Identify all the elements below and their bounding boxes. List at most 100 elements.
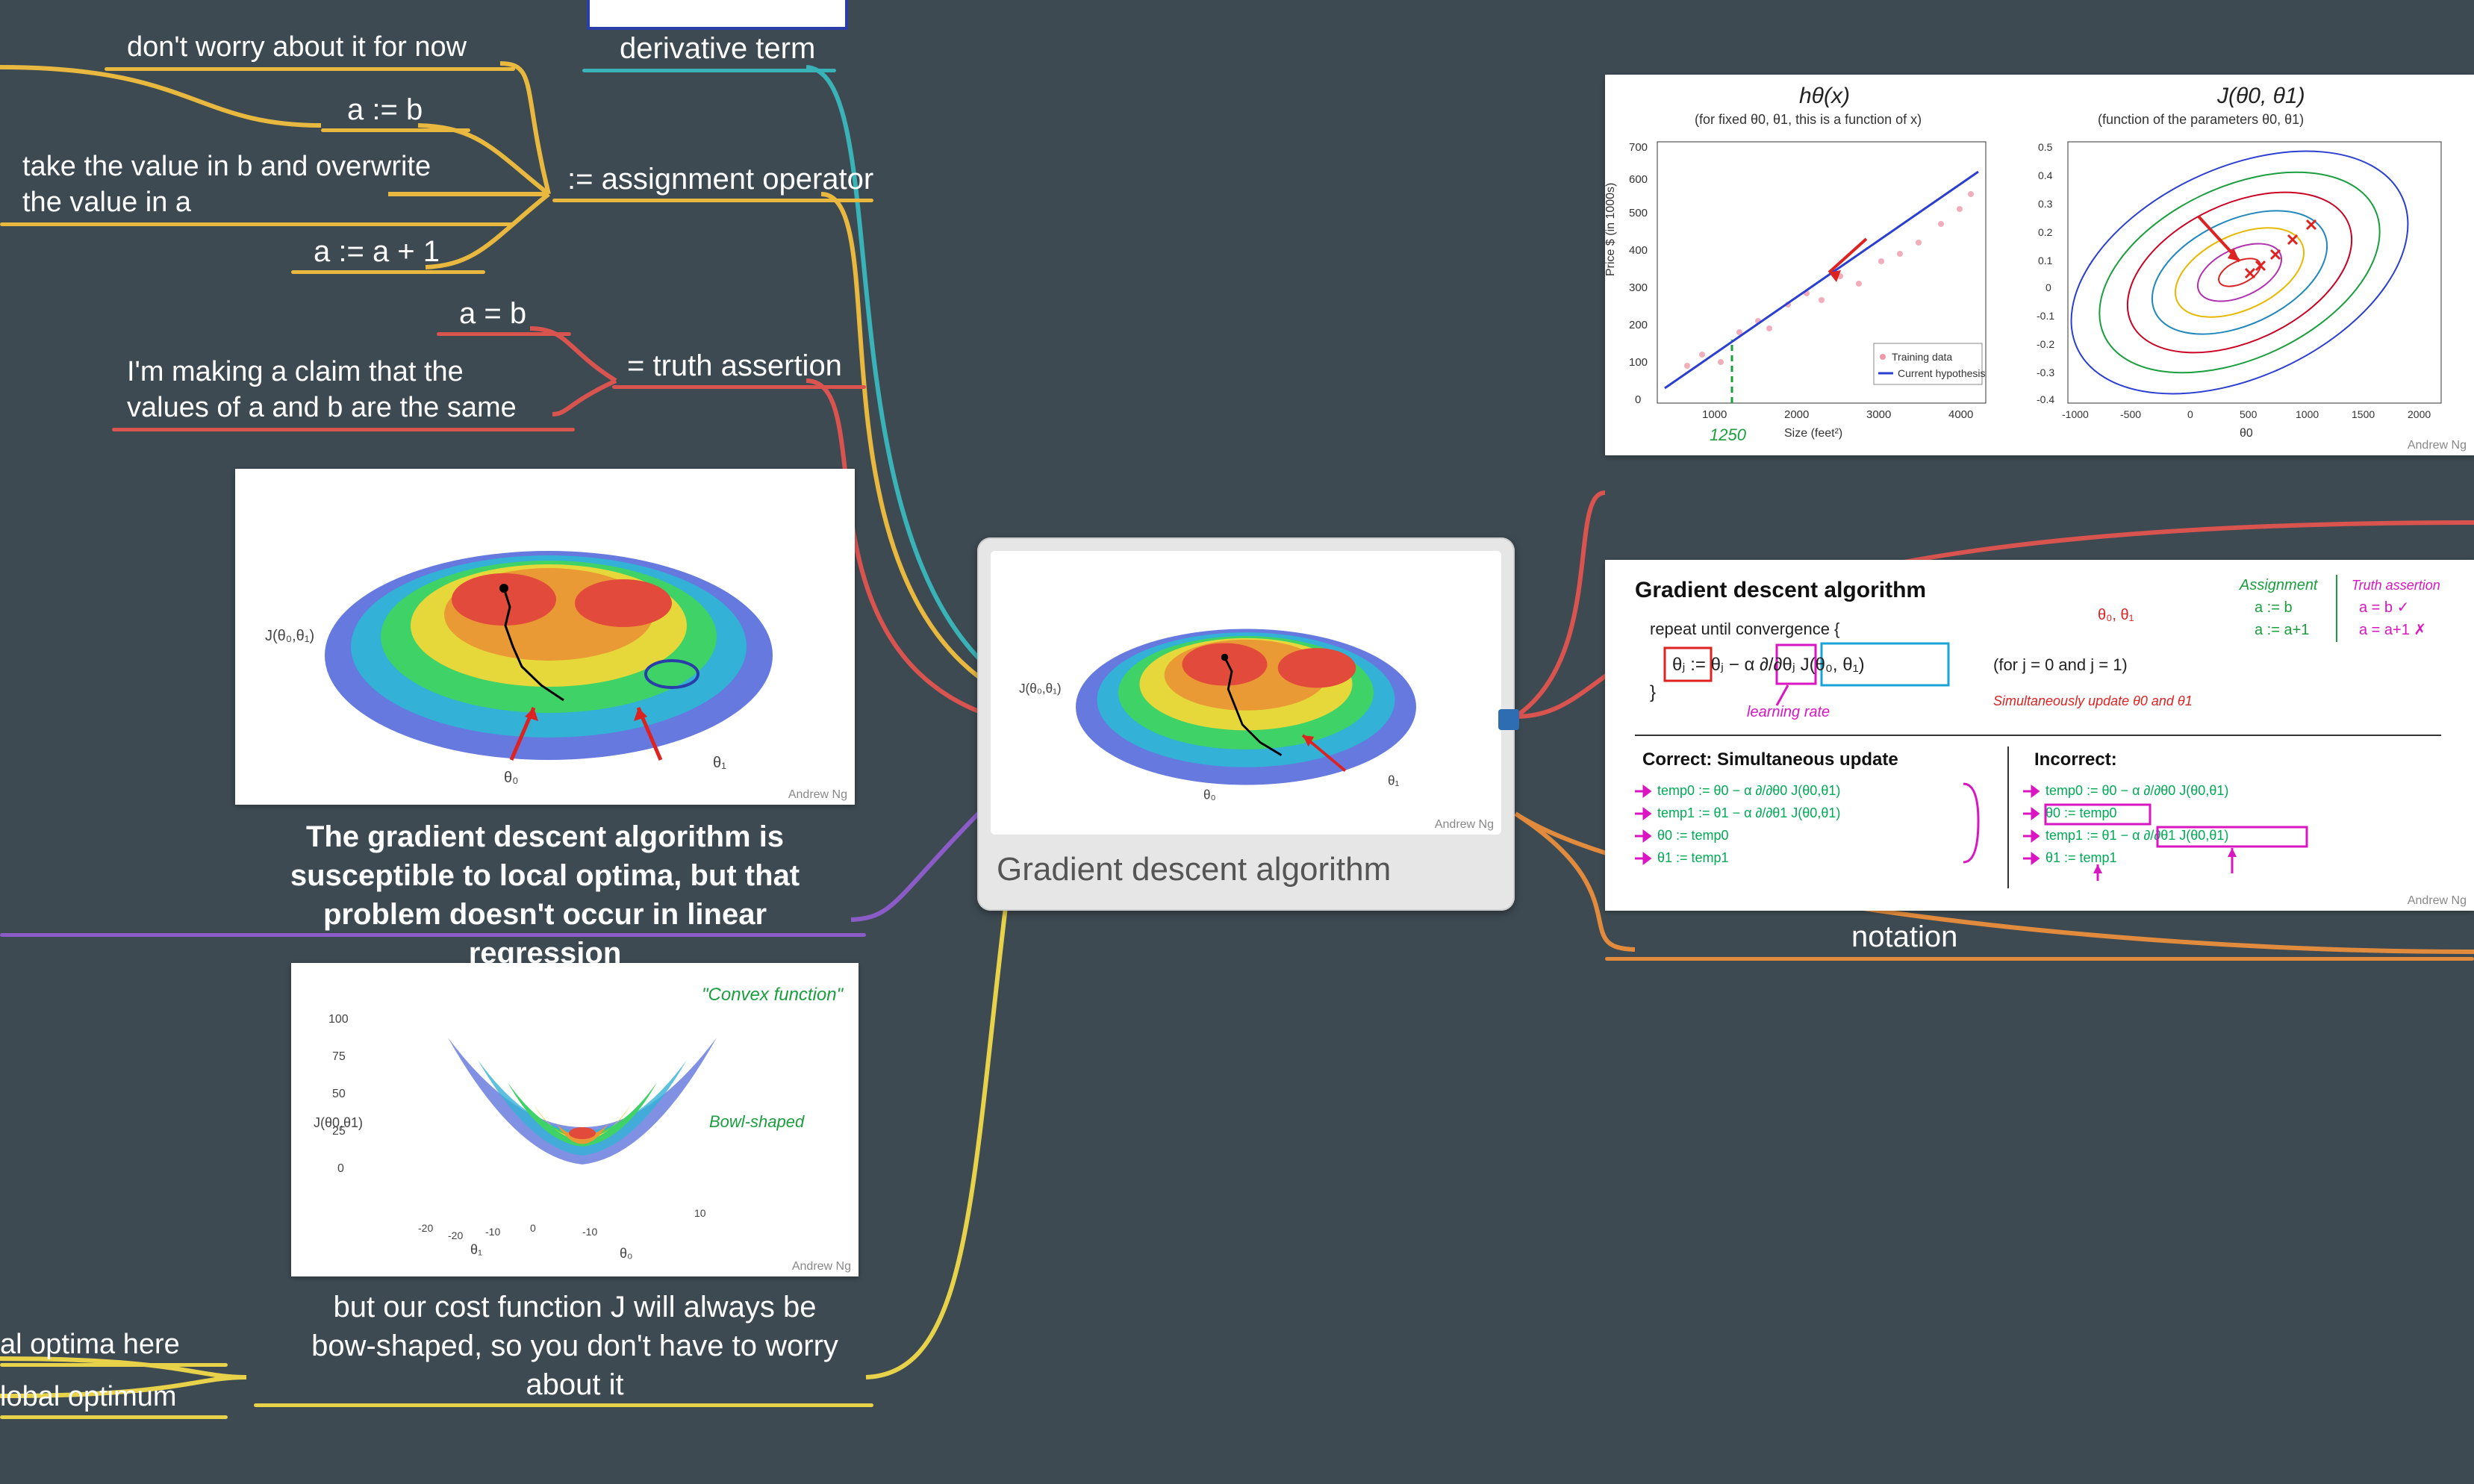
svg-text:a := a+1: a := a+1	[2255, 622, 2309, 638]
svg-text:-10: -10	[582, 1226, 597, 1238]
svg-text:Size (feet²): Size (feet²)	[1784, 427, 1842, 440]
leaf-truth-claim[interactable]: I'm making a claim that the values of a …	[127, 355, 517, 430]
svg-text:-10: -10	[485, 1226, 500, 1238]
svg-text:θ₁: θ₁	[470, 1242, 482, 1257]
underline	[0, 933, 866, 937]
leaf-overwrite-note[interactable]: take the value in b and overwrite the va…	[22, 149, 431, 225]
svg-text:a = b ✓: a = b ✓	[2359, 599, 2409, 616]
svg-text:temp1 := θ1 − α ∂/∂θ1 J(θ0,θ1): temp1 := θ1 − α ∂/∂θ1 J(θ0,θ1)	[2045, 828, 2228, 843]
central-topic[interactable]: J(θ₀,θ₁) θ₀ θ₁	[977, 537, 1515, 911]
leaf-assign-aplus1[interactable]: a := a + 1	[314, 233, 440, 275]
svg-text:(function of the parameters θ0: (function of the parameters θ0, θ1)	[2098, 112, 2304, 127]
attribution: Andrew Ng	[788, 788, 847, 802]
svg-text:learning rate: learning rate	[1747, 704, 1830, 720]
svg-text:a := b: a := b	[2255, 599, 2293, 616]
svg-text:-0.4: -0.4	[2037, 393, 2054, 405]
svg-text:θ₀: θ₀	[620, 1246, 632, 1261]
svg-text:Training data: Training data	[1892, 351, 1952, 363]
central-title: Gradient descent algorithm	[991, 851, 1501, 888]
two-plot-slide: hθ(x) (for fixed θ0, θ1, this is a funct…	[1605, 75, 2474, 455]
underline	[105, 67, 515, 71]
svg-text:θ₀, θ₁: θ₀, θ₁	[2098, 607, 2134, 623]
svg-text:1500: 1500	[2352, 408, 2375, 420]
notation-slide-contents: Gradient descent algorithm repeat until …	[1605, 560, 2474, 911]
svg-text:3000: 3000	[1866, 408, 1891, 421]
underline	[112, 428, 575, 431]
attribution: Andrew Ng	[1435, 818, 1494, 832]
underline	[291, 270, 485, 274]
svg-text:repeat until convergence {: repeat until convergence {	[1650, 620, 1839, 638]
svg-text:θ₁: θ₁	[713, 755, 726, 771]
hypothesis-contour-plots[interactable]: hθ(x) (for fixed θ0, θ1, this is a funct…	[1605, 75, 2474, 455]
svg-text:1000: 1000	[2296, 408, 2319, 420]
svg-text:J(θ₀,θ₁): J(θ₀,θ₁)	[265, 628, 314, 644]
mindmap-canvas[interactable]: J(θ₀,θ₁) θ₀ θ₁	[0, 0, 2474, 1484]
svg-text:J(θ₀,θ₁): J(θ₀,θ₁)	[1019, 682, 1062, 696]
local-optima-image[interactable]: J(θ₀,θ₁) θ₀ θ₁ Andrew Ng	[235, 469, 855, 805]
svg-text:Bowl-shaped: Bowl-shaped	[709, 1112, 805, 1131]
underline	[0, 1415, 228, 1419]
svg-text:θ0 := temp0: θ0 := temp0	[1657, 828, 1729, 843]
svg-text:-20: -20	[448, 1229, 463, 1241]
bowl-shaped-image[interactable]: J(θ0,θ1) 100 75 50 25 0 θ₁ θ₀ -20 -20 -1…	[291, 963, 859, 1276]
svg-text:-0.1: -0.1	[2037, 310, 2054, 322]
leaf-global-optimum[interactable]: lobal optimum	[0, 1379, 177, 1420]
svg-text:0: 0	[337, 1162, 344, 1175]
svg-text:Price $ (in 1000s): Price $ (in 1000s)	[1605, 183, 1617, 276]
svg-text:θ0 := temp0: θ0 := temp0	[2045, 805, 2117, 820]
svg-text:4000: 4000	[1948, 408, 1973, 421]
svg-text:(for j = 0 and j = 1): (for j = 0 and j = 1)	[1993, 655, 2128, 674]
local-optima-caption[interactable]: The gradient descent algorithm is suscep…	[246, 817, 844, 973]
leaf-assign-ab[interactable]: a := b	[347, 91, 423, 133]
svg-text:1250: 1250	[1710, 425, 1747, 444]
notation-slide[interactable]: Gradient descent algorithm repeat until …	[1605, 560, 2474, 911]
svg-text:Incorrect:: Incorrect:	[2034, 749, 2117, 770]
branch-truth-assertion[interactable]: = truth assertion	[627, 347, 842, 389]
svg-text:Assignment: Assignment	[2239, 577, 2319, 593]
underline	[321, 128, 470, 132]
svg-text:2000: 2000	[1784, 408, 1809, 421]
convex-bowl-illustration: J(θ0,θ1) 100 75 50 25 0 θ₁ θ₀ -20 -20 -1…	[291, 963, 859, 1276]
svg-text:500: 500	[1629, 207, 1648, 219]
svg-text:400: 400	[1629, 244, 1648, 257]
svg-text:75: 75	[332, 1050, 346, 1063]
svg-text:0.5: 0.5	[2038, 141, 2053, 153]
svg-text:-0.2: -0.2	[2037, 338, 2054, 350]
svg-text:Correct: Simultaneous update: Correct: Simultaneous update	[1642, 749, 1898, 770]
branch-derivative-term[interactable]: derivative term	[620, 30, 815, 72]
svg-text:1000: 1000	[1702, 408, 1727, 421]
svg-text:500: 500	[2240, 408, 2258, 420]
branch-assignment-op[interactable]: := assignment operator	[567, 160, 873, 202]
svg-text:25: 25	[332, 1125, 346, 1138]
underline	[582, 69, 836, 72]
svg-text:50: 50	[332, 1088, 346, 1100]
leaf-dont-worry[interactable]: don't worry about it for now	[127, 30, 467, 70]
leaf-local-optima-here[interactable]: al optima here	[0, 1327, 180, 1368]
svg-text:(for fixed θ0, θ1, this is a f: (for fixed θ0, θ1, this is a function of…	[1695, 112, 1922, 127]
svg-text:600: 600	[1629, 173, 1648, 186]
underline	[1605, 957, 2474, 961]
svg-text:2000: 2000	[2408, 408, 2431, 420]
svg-text:Gradient descent algorithm: Gradient descent algorithm	[1635, 578, 1926, 602]
note-badge-icon[interactable]	[1498, 709, 1519, 730]
svg-text:0: 0	[1635, 393, 1641, 406]
underline	[437, 332, 571, 336]
svg-text:0.3: 0.3	[2038, 198, 2053, 210]
svg-text:θ0: θ0	[2240, 427, 2253, 440]
attribution: Andrew Ng	[2408, 439, 2467, 452]
svg-text:temp0 := θ0 − α ∂/∂θ0 J(θ0,θ1): temp0 := θ0 − α ∂/∂θ0 J(θ0,θ1)	[2045, 783, 2228, 798]
svg-text:temp1 := θ1 − α ∂/∂θ1 J(θ0,θ1): temp1 := θ1 − α ∂/∂θ1 J(θ0,θ1)	[1657, 805, 1840, 820]
svg-text:0: 0	[530, 1222, 536, 1234]
underline	[0, 222, 515, 226]
derivative-thumbnail[interactable]	[587, 0, 848, 30]
leaf-truth-aeqb[interactable]: a = b	[459, 295, 526, 337]
attribution: Andrew Ng	[2408, 894, 2467, 908]
svg-text:100: 100	[1629, 356, 1648, 369]
bowl-caption[interactable]: but our cost function J will always be b…	[299, 1288, 851, 1404]
branch-notation[interactable]: notation	[1851, 918, 1957, 960]
svg-text:0: 0	[2187, 408, 2193, 420]
svg-text:}: }	[1650, 682, 1656, 702]
cost-surface-two-minima: J(θ₀,θ₁) θ₀ θ₁	[235, 469, 855, 805]
svg-text:10: 10	[694, 1207, 706, 1219]
svg-text:Current hypothesis: Current hypothesis	[1898, 367, 1986, 379]
